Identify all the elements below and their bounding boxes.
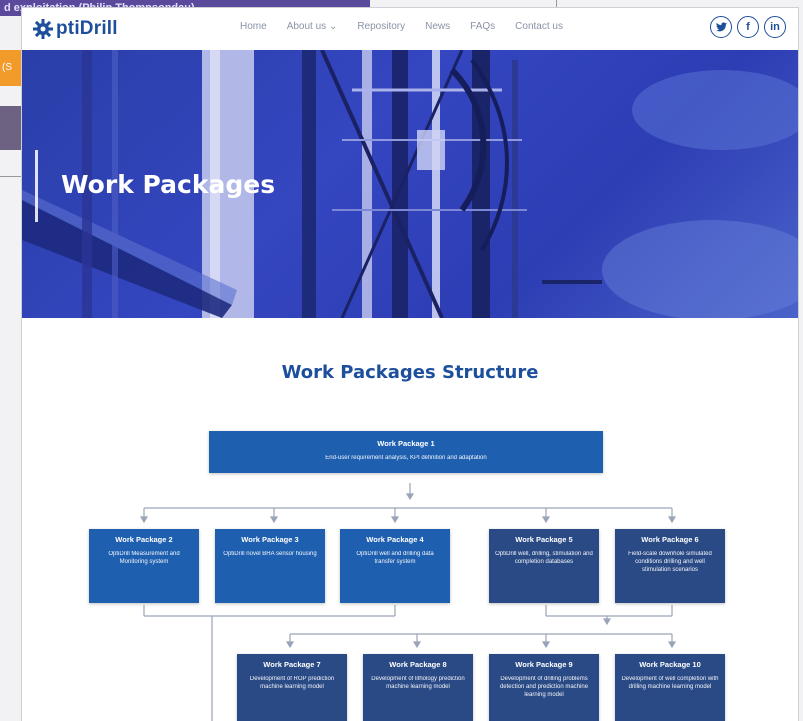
work-package-description: End-user requirement analysis, KPI defin… <box>325 455 487 461</box>
work-package-description: Development of lithology prediction mach… <box>371 676 465 690</box>
work-package-description: Field-scale downhole simulated condition… <box>628 551 712 573</box>
diagram-connectors <box>139 483 677 721</box>
work-package-description: Development of drilling problems detecti… <box>499 676 589 698</box>
work-package-3[interactable]: Work Package 3 OptiDrill novel BHA senso… <box>215 529 325 603</box>
work-package-title: Work Package 6 <box>641 535 699 544</box>
work-package-1[interactable]: Work Package 1 End-user requirement anal… <box>209 431 603 473</box>
work-package-description: OptiDrill well, drilling, stimulation an… <box>495 551 593 565</box>
work-package-title: Work Package 8 <box>389 660 447 669</box>
work-package-description: OptiDrill Measurement and Monitoring sys… <box>108 551 180 565</box>
work-package-4[interactable]: Work Package 4 OptiDrill well and drilli… <box>340 529 450 603</box>
work-package-title: Work Package 4 <box>366 535 424 544</box>
background-divider <box>0 176 22 177</box>
work-package-title: Work Package 5 <box>515 535 573 544</box>
work-package-6[interactable]: Work Package 6 Field-scale downhole simu… <box>615 529 725 603</box>
work-package-title: Work Package 9 <box>515 660 573 669</box>
work-package-title: Work Package 7 <box>263 660 321 669</box>
work-package-title: Work Package 2 <box>115 535 173 544</box>
work-package-5[interactable]: Work Package 5 OptiDrill well, drilling,… <box>489 529 599 603</box>
background-purple-tab <box>0 106 22 150</box>
work-package-8[interactable]: Work Package 8 Development of lithology … <box>363 654 473 721</box>
work-package-title: Work Package 1 <box>377 439 435 448</box>
work-package-9[interactable]: Work Package 9 Development of drilling p… <box>489 654 599 721</box>
background-orange-tab: (S <box>0 50 24 86</box>
work-package-description: OptiDrill well and drilling data transfe… <box>356 551 434 565</box>
webpage: ptiDrill Home About us ⌄ Repository News… <box>22 8 798 721</box>
work-package-description: OptiDrill novel BHA sensor housing <box>223 551 317 557</box>
work-package-2[interactable]: Work Package 2 OptiDrill Measurement and… <box>89 529 199 603</box>
work-package-description: Development of well completion with dril… <box>621 676 719 690</box>
work-package-7[interactable]: Work Package 7 Development of ROP predic… <box>237 654 347 721</box>
work-package-title: Work Package 10 <box>639 660 701 669</box>
work-package-title: Work Package 3 <box>241 535 299 544</box>
work-package-10[interactable]: Work Package 10 Development of well comp… <box>615 654 725 721</box>
work-package-description: Development of ROP prediction machine le… <box>249 676 335 690</box>
